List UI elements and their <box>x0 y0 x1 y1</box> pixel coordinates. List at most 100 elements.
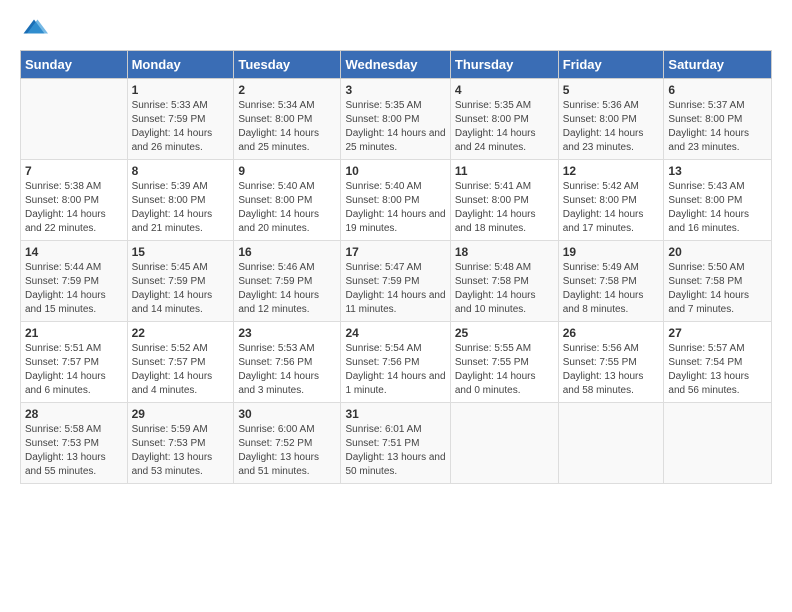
day-number: 6 <box>668 83 767 97</box>
header-cell-wednesday: Wednesday <box>341 51 450 79</box>
day-info: Sunrise: 5:35 AM Sunset: 8:00 PM Dayligh… <box>345 99 445 155</box>
day-info: Sunrise: 5:58 AM Sunset: 7:53 PM Dayligh… <box>25 423 123 479</box>
day-info: Sunrise: 5:55 AM Sunset: 7:55 PM Dayligh… <box>455 342 554 398</box>
day-info: Sunrise: 5:49 AM Sunset: 7:58 PM Dayligh… <box>563 261 660 317</box>
day-number: 22 <box>132 326 230 340</box>
calendar-cell <box>664 403 772 484</box>
header-cell-saturday: Saturday <box>664 51 772 79</box>
calendar-row-3: 21Sunrise: 5:51 AM Sunset: 7:57 PM Dayli… <box>21 322 772 403</box>
day-info: Sunrise: 5:45 AM Sunset: 7:59 PM Dayligh… <box>132 261 230 317</box>
calendar-cell: 9 Sunrise: 5:40 AM Sunset: 8:00 PM Daylig… <box>234 160 341 241</box>
calendar-cell: 29 Sunrise: 5:59 AM Sunset: 7:53 PM Dayli… <box>127 403 234 484</box>
day-number: 19 <box>563 245 660 259</box>
day-number: 23 <box>238 326 336 340</box>
calendar-cell: 20Sunrise: 5:50 AM Sunset: 7:58 PM Dayli… <box>664 241 772 322</box>
day-info: Sunrise: 5:40 AM Sunset: 8:00 PM Dayligh… <box>238 180 336 236</box>
calendar-row-2: 14Sunrise: 5:44 AM Sunset: 7:59 PM Dayli… <box>21 241 772 322</box>
header <box>20 16 772 44</box>
calendar-cell: 16 Sunrise: 5:46 AM Sunset: 7:59 PM Dayli… <box>234 241 341 322</box>
calendar-cell: 28 Sunrise: 5:58 AM Sunset: 7:53 PM Dayli… <box>21 403 128 484</box>
day-number: 26 <box>563 326 660 340</box>
day-info: Sunrise: 6:00 AM Sunset: 7:52 PM Dayligh… <box>238 423 336 479</box>
calendar-cell: 6 Sunrise: 5:37 AM Sunset: 8:00 PM Daylig… <box>664 79 772 160</box>
page-container: SundayMondayTuesdayWednesdayThursdayFrid… <box>0 0 792 494</box>
day-info: Sunrise: 5:42 AM Sunset: 8:00 PM Dayligh… <box>563 180 660 236</box>
calendar-cell: 11 Sunrise: 5:41 AM Sunset: 8:00 PM Dayli… <box>450 160 558 241</box>
day-info: Sunrise: 5:59 AM Sunset: 7:53 PM Dayligh… <box>132 423 230 479</box>
day-number: 28 <box>25 407 123 421</box>
day-number: 4 <box>455 83 554 97</box>
day-number: 3 <box>345 83 445 97</box>
day-info: Sunrise: 5:47 AM Sunset: 7:59 PM Dayligh… <box>345 261 445 317</box>
calendar-cell: 15 Sunrise: 5:45 AM Sunset: 7:59 PM Dayli… <box>127 241 234 322</box>
calendar-cell: 2 Sunrise: 5:34 AM Sunset: 8:00 PM Daylig… <box>234 79 341 160</box>
day-info: Sunrise: 5:35 AM Sunset: 8:00 PM Dayligh… <box>455 99 554 155</box>
calendar-cell <box>21 79 128 160</box>
day-number: 17 <box>345 245 445 259</box>
day-info: Sunrise: 5:57 AM Sunset: 7:54 PM Dayligh… <box>668 342 767 398</box>
calendar-cell <box>558 403 664 484</box>
header-cell-monday: Monday <box>127 51 234 79</box>
day-info: Sunrise: 5:54 AM Sunset: 7:56 PM Dayligh… <box>345 342 445 398</box>
day-info: Sunrise: 5:33 AM Sunset: 7:59 PM Dayligh… <box>132 99 230 155</box>
calendar-cell: 17 Sunrise: 5:47 AM Sunset: 7:59 PM Dayli… <box>341 241 450 322</box>
calendar-row-1: 7 Sunrise: 5:38 AM Sunset: 8:00 PM Daylig… <box>21 160 772 241</box>
calendar-cell: 23Sunrise: 5:53 AM Sunset: 7:56 PM Dayli… <box>234 322 341 403</box>
day-number: 25 <box>455 326 554 340</box>
day-number: 20 <box>668 245 767 259</box>
day-number: 31 <box>345 407 445 421</box>
day-number: 15 <box>132 245 230 259</box>
day-number: 30 <box>238 407 336 421</box>
calendar-cell: 14Sunrise: 5:44 AM Sunset: 7:59 PM Dayli… <box>21 241 128 322</box>
day-info: Sunrise: 5:34 AM Sunset: 8:00 PM Dayligh… <box>238 99 336 155</box>
day-info: Sunrise: 5:38 AM Sunset: 8:00 PM Dayligh… <box>25 180 123 236</box>
day-number: 13 <box>668 164 767 178</box>
day-info: Sunrise: 5:37 AM Sunset: 8:00 PM Dayligh… <box>668 99 767 155</box>
calendar-cell: 13Sunrise: 5:43 AM Sunset: 8:00 PM Dayli… <box>664 160 772 241</box>
day-info: Sunrise: 5:41 AM Sunset: 8:00 PM Dayligh… <box>455 180 554 236</box>
calendar-cell: 4 Sunrise: 5:35 AM Sunset: 8:00 PM Daylig… <box>450 79 558 160</box>
day-info: Sunrise: 5:51 AM Sunset: 7:57 PM Dayligh… <box>25 342 123 398</box>
day-info: Sunrise: 5:39 AM Sunset: 8:00 PM Dayligh… <box>132 180 230 236</box>
calendar-cell: 30 Sunrise: 6:00 AM Sunset: 7:52 PM Dayli… <box>234 403 341 484</box>
calendar-cell: 25 Sunrise: 5:55 AM Sunset: 7:55 PM Dayli… <box>450 322 558 403</box>
calendar-cell <box>450 403 558 484</box>
calendar-cell: 22 Sunrise: 5:52 AM Sunset: 7:57 PM Dayli… <box>127 322 234 403</box>
day-number: 9 <box>238 164 336 178</box>
header-cell-thursday: Thursday <box>450 51 558 79</box>
day-number: 10 <box>345 164 445 178</box>
logo <box>20 16 52 44</box>
day-number: 16 <box>238 245 336 259</box>
calendar-cell: 8Sunrise: 5:39 AM Sunset: 8:00 PM Daylig… <box>127 160 234 241</box>
calendar-cell: 7 Sunrise: 5:38 AM Sunset: 8:00 PM Daylig… <box>21 160 128 241</box>
day-number: 29 <box>132 407 230 421</box>
header-cell-sunday: Sunday <box>21 51 128 79</box>
calendar-header-row: SundayMondayTuesdayWednesdayThursdayFrid… <box>21 51 772 79</box>
header-cell-friday: Friday <box>558 51 664 79</box>
calendar-cell: 21Sunrise: 5:51 AM Sunset: 7:57 PM Dayli… <box>21 322 128 403</box>
calendar-cell: 19 Sunrise: 5:49 AM Sunset: 7:58 PM Dayli… <box>558 241 664 322</box>
calendar-cell: 27 Sunrise: 5:57 AM Sunset: 7:54 PM Dayli… <box>664 322 772 403</box>
calendar-row-4: 28 Sunrise: 5:58 AM Sunset: 7:53 PM Dayli… <box>21 403 772 484</box>
calendar-cell: 31 Sunrise: 6:01 AM Sunset: 7:51 PM Dayli… <box>341 403 450 484</box>
calendar-cell: 3 Sunrise: 5:35 AM Sunset: 8:00 PM Daylig… <box>341 79 450 160</box>
calendar-cell: 18 Sunrise: 5:48 AM Sunset: 7:58 PM Dayli… <box>450 241 558 322</box>
day-info: Sunrise: 5:48 AM Sunset: 7:58 PM Dayligh… <box>455 261 554 317</box>
calendar-cell: 10Sunrise: 5:40 AM Sunset: 8:00 PM Dayli… <box>341 160 450 241</box>
day-info: Sunrise: 5:46 AM Sunset: 7:59 PM Dayligh… <box>238 261 336 317</box>
calendar-cell: 24 Sunrise: 5:54 AM Sunset: 7:56 PM Dayli… <box>341 322 450 403</box>
day-number: 18 <box>455 245 554 259</box>
header-cell-tuesday: Tuesday <box>234 51 341 79</box>
calendar-cell: 5Sunrise: 5:36 AM Sunset: 8:00 PM Daylig… <box>558 79 664 160</box>
day-number: 27 <box>668 326 767 340</box>
calendar-cell: 1Sunrise: 5:33 AM Sunset: 7:59 PM Daylig… <box>127 79 234 160</box>
day-info: Sunrise: 5:52 AM Sunset: 7:57 PM Dayligh… <box>132 342 230 398</box>
day-number: 12 <box>563 164 660 178</box>
calendar-cell: 12 Sunrise: 5:42 AM Sunset: 8:00 PM Dayli… <box>558 160 664 241</box>
day-number: 7 <box>25 164 123 178</box>
day-number: 24 <box>345 326 445 340</box>
day-number: 2 <box>238 83 336 97</box>
day-number: 11 <box>455 164 554 178</box>
day-number: 14 <box>25 245 123 259</box>
day-info: Sunrise: 6:01 AM Sunset: 7:51 PM Dayligh… <box>345 423 445 479</box>
